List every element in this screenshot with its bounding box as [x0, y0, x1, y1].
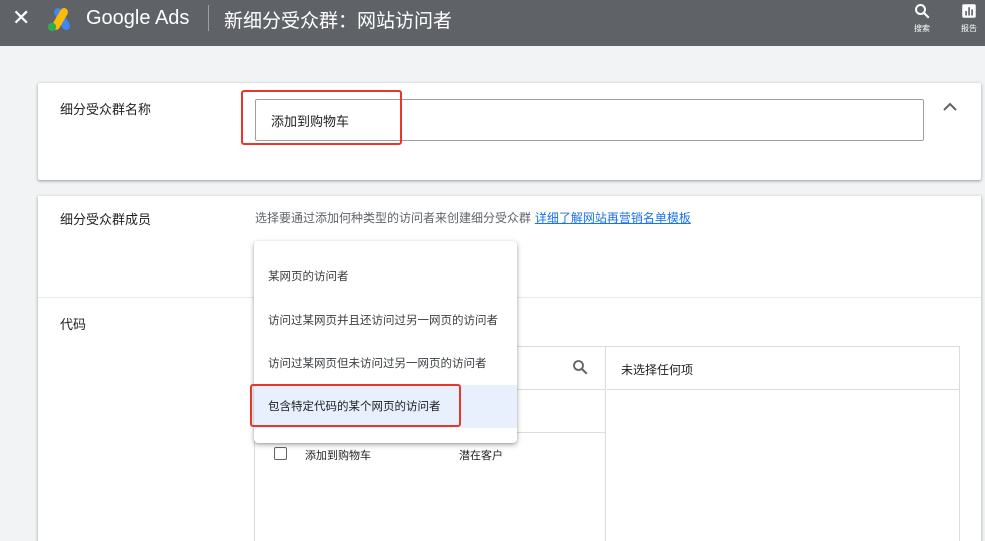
visitor-type-menu: 某网页的访问者 访问过某网页并且还访问过另一网页的访问者 访问过某网页但未访问过…: [254, 241, 517, 443]
segment-members-label: 细分受众群成员: [60, 213, 152, 228]
row-name: 添加到购物车: [305, 449, 371, 462]
menu-item-tagged-page-visitors[interactable]: 包含特定代码的某个网页的访问者: [254, 385, 517, 428]
segment-name-label: 细分受众群名称: [60, 103, 152, 118]
google-ads-logo-icon: [47, 8, 70, 32]
search-icon[interactable]: [571, 358, 589, 376]
menu-item-page-visitors[interactable]: 某网页的访问者: [254, 255, 517, 298]
row-checkbox[interactable]: [274, 447, 287, 460]
brand-name: Google Ads: [86, 7, 190, 29]
segment-name-card: 细分受众群名称: [38, 83, 981, 180]
report-button[interactable]: 报告: [955, 2, 983, 34]
menu-item-visited-both-pages[interactable]: 访问过某网页并且还访问过另一网页的访问者: [254, 299, 517, 342]
learn-more-link[interactable]: 详细了解网站再营销名单模板: [535, 211, 691, 225]
search-icon: [915, 4, 930, 19]
close-icon[interactable]: ✕: [12, 8, 30, 30]
segment-name-input[interactable]: [255, 99, 924, 141]
header-divider: [208, 5, 209, 31]
menu-item-visited-not-other[interactable]: 访问过某网页但未访问过另一网页的访问者: [254, 342, 517, 385]
picker-right-header: 未选择任何项: [607, 347, 960, 390]
top-bar: ✕ Google Ads 新细分受众群：网站访问者 搜索 报告: [0, 0, 985, 46]
selected-summary: 未选择任何项: [621, 363, 694, 377]
report-icon: [962, 4, 976, 18]
members-hint: 选择要通过添加何种类型的访问者来创建细分受众群 详细了解网站再营销名单模板: [255, 209, 691, 226]
code-label: 代码: [60, 318, 87, 333]
row-type: 潜在客户: [459, 449, 503, 462]
search-label: 搜索: [914, 24, 930, 33]
members-hint-text: 选择要通过添加何种类型的访问者来创建细分受众群: [255, 211, 535, 225]
picker-row[interactable]: 添加到购物车 潜在客户: [255, 441, 606, 469]
search-button[interactable]: 搜索: [908, 2, 936, 34]
chevron-up-icon[interactable]: [940, 97, 960, 117]
report-label: 报告: [961, 24, 977, 33]
page-title: 新细分受众群：网站访问者: [224, 10, 453, 32]
